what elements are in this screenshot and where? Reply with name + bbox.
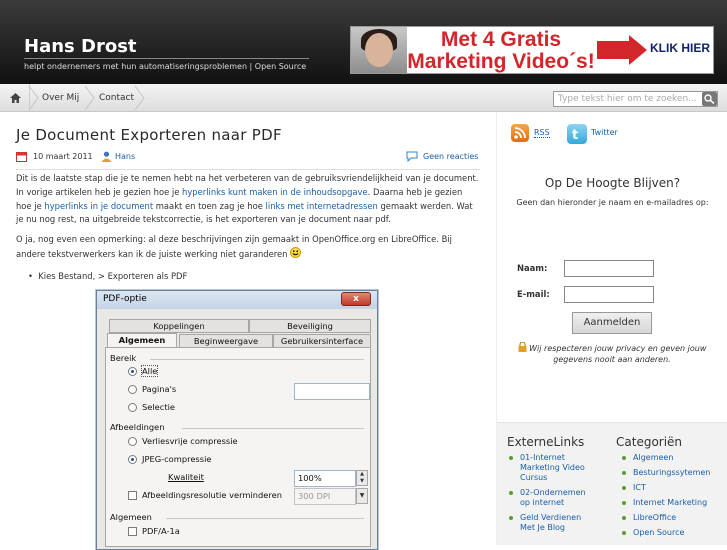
radio-selectie[interactable] [128,403,137,412]
tab-gebruikersinterface[interactable]: Gebruikersinterface [273,334,371,348]
comments-link[interactable]: Geen reacties [423,152,478,161]
nav-item-contact[interactable]: Contact [99,84,134,112]
list-item[interactable]: ICT [620,483,726,493]
radio-paginas[interactable] [128,385,137,394]
dialog-titlebar: PDF-optie x [97,291,377,309]
aanmelden-button[interactable]: Aanmelden [572,312,652,334]
checkbox-pdfa[interactable] [128,527,137,536]
naam-field[interactable] [564,260,654,277]
categorien-list: Algemeen Besturingssytemen ICT Internet … [620,453,726,543]
close-icon[interactable]: x [341,292,371,306]
sidebar: RSS t Twitter Op De Hoogte Blijven? Geen… [496,112,727,545]
paginas-input[interactable] [294,383,370,400]
post-author[interactable]: Hans [115,152,135,161]
lock-icon [518,341,527,352]
tab-beveiliging[interactable]: Beveiliging [249,319,371,333]
tab-koppelingen[interactable]: Koppelingen [109,319,249,333]
paragraph-note: O ja, nog even een opmerking: al deze be… [16,234,452,259]
label-jpeg: JPEG-compressie [142,454,212,464]
naam-label: Naam: [517,263,548,273]
categorien-heading: Categoriën [616,435,683,449]
label-pdfa: PDF/A-1a [142,526,180,536]
post-date: 10 maart 2011 [33,152,93,161]
ad-headline: Met 4 Gratis Marketing Video´s! [407,28,595,73]
radio-jpeg[interactable] [128,455,137,464]
post-title[interactable]: Je Document Exporteren naar PDF [16,126,480,144]
tab-beginweergave[interactable]: Beginweergave [179,334,273,348]
divider [16,169,480,170]
arrow-icon [597,41,631,59]
calendar-icon [16,151,27,164]
dialog-body: Bereik Alle Pagina's Selectie Afbeelding… [105,347,371,547]
twitter-icon[interactable]: t [567,124,587,144]
site-tagline: helpt ondernemers met hun automatisering… [24,58,309,71]
label-paginas: Pagina's [142,384,177,394]
list-item[interactable]: Internet Marketing [620,498,726,508]
list-item[interactable]: 02-Ondernemen op internet [507,488,597,508]
search-input[interactable]: Type tekst hier om te zoeken... [553,91,718,107]
ad-photo [351,27,407,73]
list-item[interactable]: Besturingssytemen [620,468,726,478]
label-kwaliteit: Kwaliteit [168,472,204,482]
radio-verliesvrij[interactable] [128,437,137,446]
link-hyperlinks-inhoudsopgave[interactable]: hyperlinks kunt maken in de inhoudsopgav… [182,187,368,197]
email-label: E-mail: [517,289,550,299]
resolutie-select[interactable]: 300 DPI [294,488,356,505]
paragraph-intro: Dit is de laatste stap die je te nemen h… [16,173,479,225]
privacy-note: Wij respecteren jouw privacy en geven jo… [517,341,707,365]
section-algemeen: Algemeen [110,512,152,522]
externelinks-list: 01-Internet Marketing Video Cursus 02-On… [507,453,597,538]
checkbox-resolutie[interactable] [128,491,137,500]
svg-text:t: t [572,128,578,143]
home-icon[interactable] [0,84,30,112]
rss-icon[interactable] [511,124,529,142]
list-item[interactable]: LibreOffice [620,513,726,523]
label-resolutie: Afbeeldingsresolutie verminderen [142,490,282,500]
sidebar-lower: ExterneLinks 01-Internet Marketing Video… [497,422,727,545]
section-afbeeldingen: Afbeeldingen [110,422,165,432]
radio-alle[interactable] [128,367,137,376]
subscribe-text: Geen dan hieronder je naam en e-mailadre… [516,198,709,207]
dialog-title: PDF-optie [103,294,147,304]
link-internetadressen[interactable]: links met internetadressen [266,201,378,211]
user-icon [101,151,112,164]
twitter-link[interactable]: Twitter [591,128,618,137]
tab-algemeen[interactable]: Algemeen [107,333,177,348]
list-item: • Kies Bestand, > Exporteren als PDF [28,271,188,281]
ad-cta[interactable]: KLIK HIER [649,41,711,55]
externelinks-heading: ExterneLinks [507,435,585,449]
subscribe-heading: Op De Hoogte Blijven? [544,176,681,190]
label-verliesvrij: Verliesvrije compressie [142,436,238,446]
label-selectie: Selectie [142,402,176,412]
post-content: Je Document Exporteren naar PDF 10 maart… [16,126,480,281]
nav-item-over-mij[interactable]: Over Mij [42,84,79,112]
comment-icon [406,151,419,164]
email-field[interactable] [564,286,654,303]
list-item[interactable]: Open Source [620,528,726,538]
search-icon[interactable] [702,92,717,106]
ad-banner[interactable]: Met 4 Gratis Marketing Video´s! KLIK HIE… [350,26,714,74]
link-hyperlinks-document[interactable]: hyperlinks in je document [44,201,153,211]
post-meta: 10 maart 2011 Hans Geen reacties [16,151,480,166]
list-item[interactable]: Algemeen [620,453,726,463]
list-item[interactable]: 01-Internet Marketing Video Cursus [507,453,597,483]
kwaliteit-stepper[interactable]: ▲ ▼ [356,470,368,486]
label-alle: Alle [140,365,159,377]
rss-link[interactable]: RSS [534,128,550,138]
smiley-icon [290,246,302,258]
site-title[interactable]: Hans Drost [24,36,137,57]
kwaliteit-input[interactable]: 100% [294,470,356,487]
pdf-options-dialog: PDF-optie x Koppelingen Beveiliging Alge… [96,290,378,550]
site-header: Hans Drost helpt ondernemers met hun aut… [0,0,727,84]
chevron-down-icon[interactable]: ▼ [356,488,368,504]
list-item[interactable]: Geld Verdienen Met Je Blog [507,513,597,533]
section-bereik: Bereik [110,353,137,363]
